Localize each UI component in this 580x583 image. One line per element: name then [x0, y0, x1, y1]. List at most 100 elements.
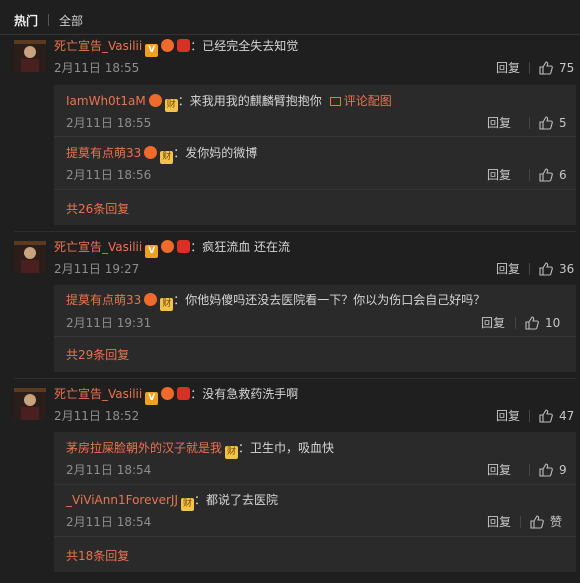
pig-badge-icon: [148, 94, 162, 107]
user-name[interactable]: 死亡宣告_Vasilii: [54, 240, 142, 254]
action-divider: [529, 464, 530, 476]
thumbs-up-icon: [539, 409, 553, 423]
reply-button[interactable]: 回复: [496, 262, 520, 276]
pig-badge-icon: [161, 39, 175, 52]
reply-box: 提莫有点萌33 财：你他妈傻吗还没去医院看一下？你以为伤口会自己好吗？ 2月11日…: [54, 285, 576, 372]
like-button[interactable]: 47: [539, 409, 574, 423]
reply-user-name[interactable]: _ViViAnn1ForeverJJ: [66, 493, 178, 507]
reply-line: _ViViAnn1ForeverJJ 财：都说了去医院: [66, 492, 278, 511]
reply-user-name[interactable]: IamWh0t1aM: [66, 94, 146, 108]
reply-divider: [54, 536, 576, 537]
reply-divider: [54, 336, 576, 337]
reply-button[interactable]: 回复: [496, 409, 520, 423]
reply-time: 2月11日 19:31: [66, 316, 152, 330]
like-button[interactable]: 9: [539, 463, 567, 477]
pig-badge-icon: [161, 240, 175, 253]
cai-badge-icon: 财: [180, 498, 194, 511]
user-name[interactable]: 死亡宣告_Vasilii: [54, 387, 142, 401]
comment-text: ：已经完全失去知觉: [190, 39, 299, 53]
image-icon: [329, 97, 341, 106]
like-count: 75: [559, 61, 575, 75]
reply-button[interactable]: 回复: [481, 316, 505, 330]
reply-line: 茅房拉屎脸朝外的汉子就是我财：卫生巾，吸血快: [66, 440, 334, 459]
comment-tabs: 热门 全部: [14, 12, 83, 28]
like-count: 6: [559, 168, 567, 182]
action-divider: [529, 263, 530, 275]
action-divider: [520, 516, 521, 528]
tab-hot[interactable]: 热门: [14, 12, 38, 29]
action-divider: [515, 317, 516, 329]
reply-user-name[interactable]: 茅房拉屎脸朝外的汉子就是我: [66, 441, 222, 455]
like-count: 10: [545, 316, 561, 330]
like-button[interactable]: 75: [539, 61, 574, 75]
thumbs-up-icon: [539, 116, 553, 130]
thumbs-up-icon: [530, 515, 544, 529]
like-count: 9: [559, 463, 567, 477]
like-count: 5: [559, 116, 567, 130]
reply-text: ：你他妈傻吗还没去医院看一下？你以为伤口会自己好吗？: [173, 293, 486, 307]
pig-badge-icon: [144, 146, 158, 159]
more-replies-link[interactable]: 共29条回复: [66, 348, 129, 362]
like-button[interactable]: 36: [539, 262, 574, 276]
avatar[interactable]: [14, 241, 46, 273]
comment-time: 2月11日 18:52: [54, 409, 140, 423]
reply-text: ：发你妈的微博: [173, 146, 258, 160]
reply-button[interactable]: 回复: [496, 61, 520, 75]
reply-time: 2月11日 18:55: [66, 116, 152, 130]
comment-time: 2月11日 18:55: [54, 61, 140, 75]
vip-badge-icon: V: [145, 44, 159, 57]
comment-line: 死亡宣告_Vasilii V ：已经完全失去知觉: [54, 38, 298, 57]
reply-time: 2月11日 18:54: [66, 515, 152, 529]
cai-badge-icon: 财: [225, 446, 239, 459]
reply-box: 茅房拉屎脸朝外的汉子就是我财：卫生巾，吸血快 2月11日 18:54 回复 9 …: [54, 432, 576, 572]
heart-badge-icon: [177, 240, 191, 253]
reply-divider: [54, 136, 576, 137]
tab-divider: [48, 14, 50, 26]
comment-text: ：疯狂流血 还在流: [190, 240, 291, 254]
like-button[interactable]: 10: [525, 316, 560, 330]
vip-badge-icon: V: [145, 245, 159, 258]
reply-divider: [54, 189, 576, 190]
reply-time: 2月11日 18:54: [66, 463, 152, 477]
pig-badge-icon: [161, 387, 175, 400]
like-count: 36: [559, 262, 575, 276]
more-replies-link[interactable]: 共18条回复: [66, 549, 129, 563]
action-divider: [529, 62, 530, 74]
reply-user-name[interactable]: 提莫有点萌33: [66, 146, 141, 160]
like-count: 47: [559, 409, 575, 423]
pig-badge-icon: [144, 293, 158, 306]
reply-text: ：都说了去医院: [193, 493, 278, 507]
thumbs-up-icon: [525, 316, 539, 330]
heart-badge-icon: [177, 39, 191, 52]
thumbs-up-icon: [539, 168, 553, 182]
more-replies-link[interactable]: 共26条回复: [66, 202, 129, 216]
action-divider: [529, 169, 530, 181]
thumbs-up-icon: [539, 463, 553, 477]
reply-line: 提莫有点萌33 财：发你妈的微博: [66, 145, 257, 164]
cai-badge-icon: 财: [160, 298, 174, 311]
like-button[interactable]: 6: [539, 168, 567, 182]
reply-button[interactable]: 回复: [487, 463, 511, 477]
heart-badge-icon: [177, 387, 191, 400]
like-button[interactable]: 赞: [530, 515, 562, 529]
tab-all[interactable]: 全部: [59, 12, 83, 29]
reply-line: 提莫有点萌33 财：你他妈傻吗还没去医院看一下？你以为伤口会自己好吗？: [66, 292, 485, 311]
header-divider: [0, 34, 580, 35]
comment-line: 死亡宣告_Vasilii V ：疯狂流血 还在流: [54, 239, 290, 258]
avatar[interactable]: [14, 388, 46, 420]
like-button[interactable]: 5: [539, 116, 567, 130]
user-name[interactable]: 死亡宣告_Vasilii: [54, 39, 142, 53]
action-divider: [529, 410, 530, 422]
reply-button[interactable]: 回复: [487, 116, 511, 130]
comment-time: 2月11日 19:27: [54, 262, 140, 276]
thumbs-up-icon: [539, 262, 553, 276]
cai-badge-icon: 财: [160, 151, 174, 164]
reply-button[interactable]: 回复: [487, 168, 511, 182]
avatar[interactable]: [14, 40, 46, 72]
reply-line: IamWh0t1aM 财：来我用我的麒麟臂抱抱你 评论配图: [66, 93, 392, 112]
reply-button[interactable]: 回复: [487, 515, 511, 529]
reply-user-name[interactable]: 提莫有点萌33: [66, 293, 141, 307]
comment-line: 死亡宣告_Vasilii V ：没有急救药洗手啊: [54, 386, 298, 405]
comment-image-link[interactable]: 评论配图: [329, 94, 392, 108]
thumbs-up-icon: [539, 61, 553, 75]
